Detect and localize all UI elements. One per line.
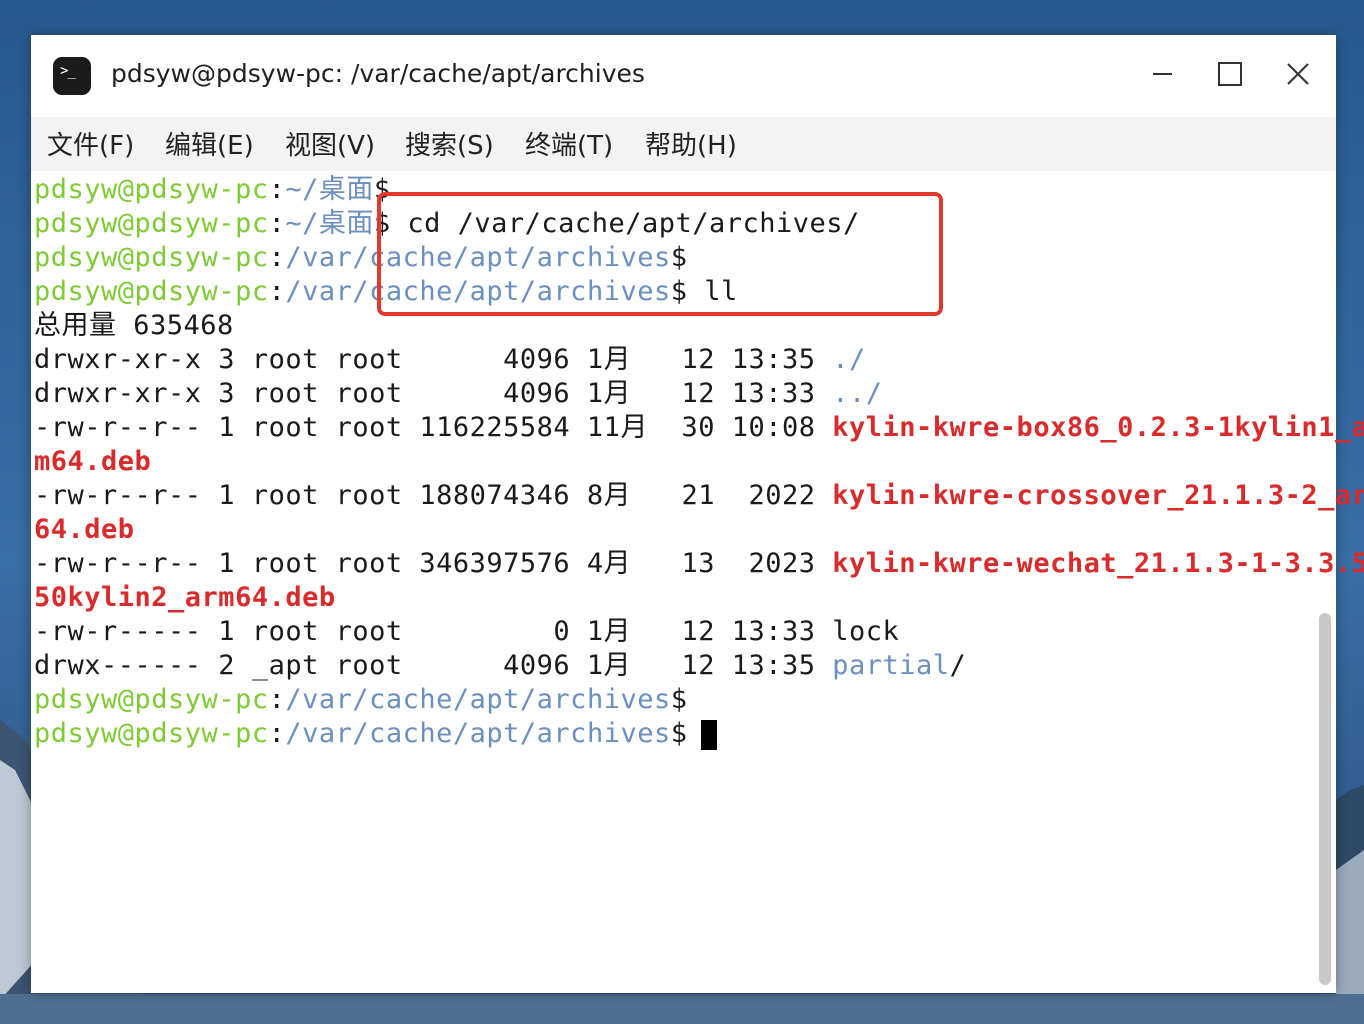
prompt-user: pdsyw@pdsyw-pc <box>34 174 269 205</box>
close-icon[interactable] <box>1281 57 1315 91</box>
menu-terminal[interactable]: 终端(T) <box>525 125 613 162</box>
terminal-line: -rw-r--r-- 1 root root 116225584 11月 30 … <box>34 411 1364 445</box>
output-text: drwxr-xr-x 3 root root 4096 1月 12 13:33 <box>34 378 833 409</box>
prompt-separator: : <box>268 684 286 715</box>
terminal-line: 总用量 635468 <box>34 309 234 343</box>
terminal-line: -rw-r--r-- 1 root root 188074346 8月 21 2… <box>34 479 1364 513</box>
terminal-line: drwxr-xr-x 3 root root 4096 1月 12 13:33 … <box>34 377 883 411</box>
terminal-icon: >_ <box>53 57 91 95</box>
terminal-line: m64.deb <box>34 445 151 479</box>
output-text: drwxr-xr-x 3 root root 4096 1月 12 13:35 <box>34 344 833 375</box>
output-text: -rw-r--r-- 1 root root 346397576 4月 13 2… <box>34 548 833 579</box>
minimize-icon[interactable] <box>1145 57 1179 91</box>
output-text: 总用量 635468 <box>34 310 234 341</box>
scrollbar[interactable] <box>1319 613 1331 985</box>
output-text: / <box>949 650 967 681</box>
prompt-separator: : <box>268 718 286 749</box>
prompt-separator: : <box>268 276 286 307</box>
menu-bar: 文件(F) 编辑(E) 视图(V) 搜索(S) 终端(T) 帮助(H) <box>31 117 1336 171</box>
deb-file-name: kylin-kwre-box86_0.2.3-1kylin1_ar <box>832 412 1364 443</box>
deb-file-name: 50kylin2_arm64.deb <box>34 582 336 613</box>
title-bar[interactable]: >_ pdsyw@pdsyw-pc: /var/cache/apt/archiv… <box>31 35 1336 117</box>
menu-file[interactable]: 文件(F) <box>47 125 134 162</box>
prompt-path: ~/桌面 <box>285 208 374 239</box>
output-text: -rw-r----- 1 root root 0 1月 12 13:33 loc… <box>34 616 900 647</box>
terminal-line: pdsyw@pdsyw-pc:/var/cache/apt/archives$ <box>34 683 687 717</box>
prompt-symbol: $ <box>670 718 688 749</box>
deb-file-name: kylin-kwre-crossover_21.1.3-2_arm <box>832 480 1364 511</box>
terminal-line: pdsyw@pdsyw-pc:~/桌面$ <box>34 173 391 207</box>
terminal-line: 64.deb <box>34 513 135 547</box>
terminal-line: -rw-r--r-- 1 root root 346397576 4月 13 2… <box>34 547 1364 581</box>
menu-view[interactable]: 视图(V) <box>285 125 375 162</box>
prompt-path: /var/cache/apt/archives <box>285 718 671 749</box>
prompt-separator: : <box>268 208 286 239</box>
menu-help[interactable]: 帮助(H) <box>645 125 737 162</box>
prompt-user: pdsyw@pdsyw-pc <box>34 208 269 239</box>
prompt-user: pdsyw@pdsyw-pc <box>34 242 269 273</box>
directory-name: ./ <box>832 344 866 375</box>
terminal-line: drwxr-xr-x 3 root root 4096 1月 12 13:35 … <box>34 343 866 377</box>
terminal-line: -rw-r----- 1 root root 0 1月 12 13:33 loc… <box>34 615 899 649</box>
window-title: pdsyw@pdsyw-pc: /var/cache/apt/archives <box>111 59 645 88</box>
text-cursor <box>701 719 718 750</box>
output-text: -rw-r--r-- 1 root root 116225584 11月 30 … <box>34 412 833 443</box>
directory-name: partial <box>832 650 950 681</box>
prompt-user: pdsyw@pdsyw-pc <box>34 718 269 749</box>
prompt-symbol: $ <box>670 684 688 715</box>
directory-name: ../ <box>832 378 883 409</box>
terminal-line: drwx------ 2 _apt root 4096 1月 12 13:35 … <box>34 649 966 683</box>
terminal-line: 50kylin2_arm64.deb <box>34 581 336 615</box>
menu-edit[interactable]: 编辑(E) <box>165 125 254 162</box>
maximize-icon[interactable] <box>1213 57 1247 91</box>
output-text: -rw-r--r-- 1 root root 188074346 8月 21 2… <box>34 480 833 511</box>
prompt-user: pdsyw@pdsyw-pc <box>34 276 269 307</box>
terminal-line: pdsyw@pdsyw-pc:/var/cache/apt/archives$ <box>34 717 718 751</box>
deb-file-name: 64.deb <box>34 514 135 545</box>
output-text: drwx------ 2 _apt root 4096 1月 12 13:35 <box>34 650 833 681</box>
prompt-user: pdsyw@pdsyw-pc <box>34 684 269 715</box>
prompt-path: /var/cache/apt/archives <box>285 684 671 715</box>
menu-search[interactable]: 搜索(S) <box>405 125 494 162</box>
prompt-path: ~/桌面 <box>285 174 374 205</box>
deb-file-name: kylin-kwre-wechat_21.1.3-1-3.3.5. <box>832 548 1364 579</box>
prompt-separator: : <box>268 174 286 205</box>
prompt-separator: : <box>268 242 286 273</box>
highlight-box <box>377 192 943 316</box>
terminal-window: >_ pdsyw@pdsyw-pc: /var/cache/apt/archiv… <box>31 35 1364 993</box>
deb-file-name: m64.deb <box>34 446 152 477</box>
